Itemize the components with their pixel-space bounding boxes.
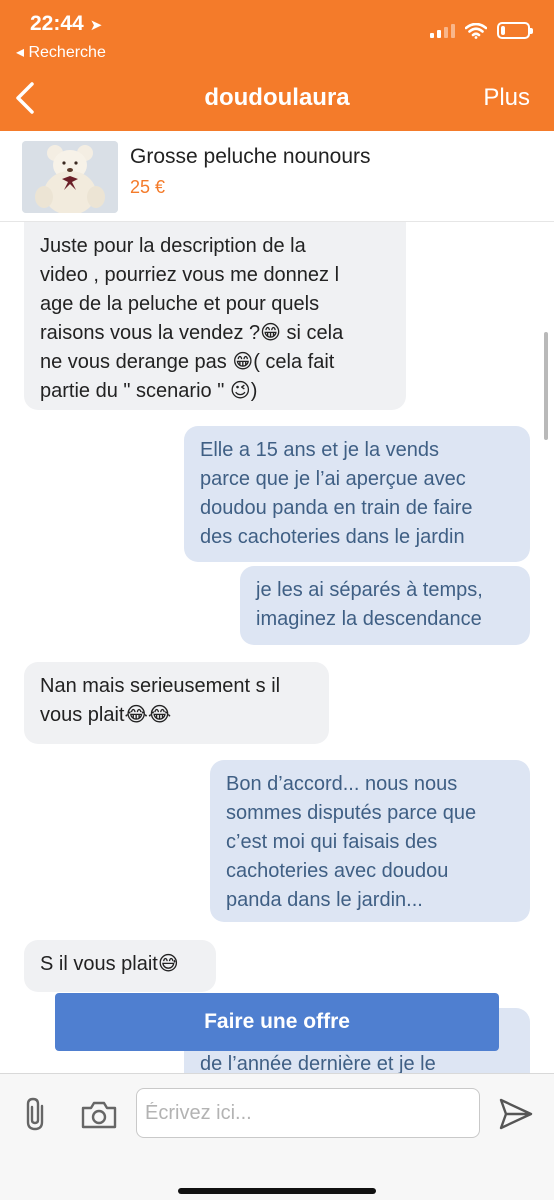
product-bar[interactable]: Grosse peluche nounours 25 € xyxy=(0,131,554,222)
more-button[interactable]: Plus xyxy=(483,84,530,112)
message-outgoing: je les ai séparés à temps, imaginez la d… xyxy=(240,566,530,645)
message-incoming: Juste pour la description de la video , … xyxy=(24,222,406,410)
product-title[interactable]: Grosse peluche nounours xyxy=(130,145,371,169)
battery-icon xyxy=(497,22,533,39)
message-outgoing: Bon d’accord... nous nous sommes disputé… xyxy=(210,760,530,922)
wifi-icon xyxy=(465,22,487,39)
scroll-indicator[interactable] xyxy=(544,332,548,440)
chat-thread[interactable]: Juste pour la description de la video , … xyxy=(0,222,554,1074)
header: 22:44 ➤ ◂ Recherche doudoulaura Plus xyxy=(0,0,554,131)
product-thumbnail[interactable] xyxy=(22,141,118,213)
clock: 22:44 xyxy=(30,12,84,35)
message-incoming: S il vous plait😅 xyxy=(24,940,216,992)
back-to-app-link[interactable]: ◂ Recherche xyxy=(16,42,106,62)
camera-icon[interactable] xyxy=(80,1100,118,1130)
location-arrow-icon: ➤ xyxy=(89,17,103,34)
signal-icon xyxy=(430,23,455,38)
message-incoming: Nan mais serieusement s il vous plait😂😂 xyxy=(24,662,329,744)
paperclip-icon[interactable] xyxy=(22,1096,50,1132)
conversation-title: doudoulaura xyxy=(204,84,350,111)
message-input[interactable] xyxy=(136,1088,480,1138)
product-price: 25 € xyxy=(130,177,166,197)
status-time: 22:44 ➤ xyxy=(30,12,102,36)
composer-bar xyxy=(0,1073,554,1200)
send-icon[interactable] xyxy=(498,1096,534,1132)
status-icons xyxy=(430,22,533,39)
make-offer-button[interactable]: Faire une offre xyxy=(55,993,499,1051)
home-indicator xyxy=(178,1188,376,1194)
message-outgoing: Elle a 15 ans et je la vends parce que j… xyxy=(184,426,530,562)
